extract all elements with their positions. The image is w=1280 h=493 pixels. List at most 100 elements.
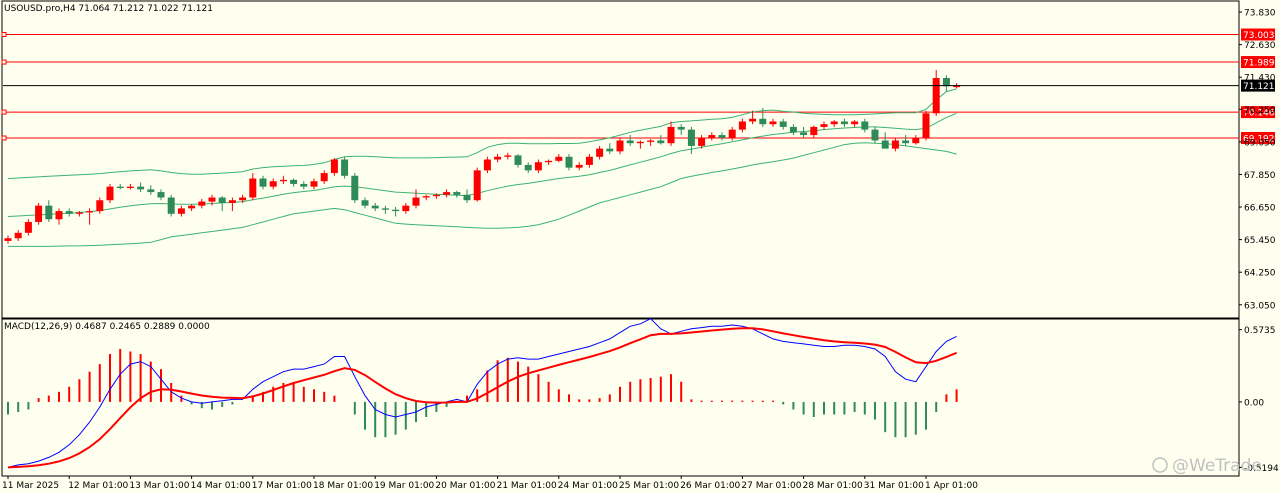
candle-body-76 xyxy=(779,121,787,127)
current-price-label: 71.121 xyxy=(1243,82,1275,92)
candle-body-38 xyxy=(392,209,400,212)
candle-body-58 xyxy=(596,148,604,157)
level-anchor-2 xyxy=(1,109,7,115)
candle-body-77 xyxy=(789,126,797,133)
price-tick-label-6: 66.650 xyxy=(1244,204,1276,214)
candle-body-41 xyxy=(422,196,430,198)
candle-body-62 xyxy=(636,141,644,144)
chart-background xyxy=(0,0,1280,493)
candle-body-87 xyxy=(891,140,899,149)
candle-body-3 xyxy=(35,205,43,222)
candle-body-37 xyxy=(381,208,389,210)
time-tick-label-9: 24 Mar 01:00 xyxy=(558,481,618,491)
candle-body-27 xyxy=(279,179,287,182)
price-tick-label-0: 73.830 xyxy=(1244,9,1276,19)
candle-body-57 xyxy=(585,156,593,165)
candle-body-56 xyxy=(575,164,583,168)
candle-body-60 xyxy=(616,140,624,152)
candle-body-24 xyxy=(249,178,257,198)
candle-body-33 xyxy=(341,159,349,176)
candle-body-78 xyxy=(800,132,808,136)
candle-body-80 xyxy=(820,124,828,127)
candle-body-48 xyxy=(494,156,502,160)
candle-body-73 xyxy=(749,118,757,122)
candle-body-2 xyxy=(24,221,32,233)
candle-body-85 xyxy=(871,129,879,141)
candle-body-89 xyxy=(912,137,920,144)
candle-body-16 xyxy=(167,197,175,214)
candle-body-47 xyxy=(483,159,491,171)
candle-body-39 xyxy=(402,205,410,212)
price-tick-label-8: 64.250 xyxy=(1244,269,1276,279)
candle-body-10 xyxy=(106,186,114,201)
candle-body-30 xyxy=(310,181,318,187)
candle-body-15 xyxy=(157,192,165,198)
candle-body-31 xyxy=(320,173,328,182)
candle-body-1 xyxy=(14,232,22,239)
candle-body-67 xyxy=(687,129,695,146)
candle-body-46 xyxy=(473,170,481,201)
candle-body-17 xyxy=(177,208,185,214)
price-chart: 73.00371.98970.14669.19273.83072.63071.4… xyxy=(0,0,1280,493)
candle-body-84 xyxy=(861,121,869,130)
time-tick-label-3: 14 Mar 01:00 xyxy=(191,481,251,491)
candle-body-5 xyxy=(55,211,63,220)
candle-body-51 xyxy=(524,164,532,171)
candle-body-4 xyxy=(45,205,53,220)
candle-body-50 xyxy=(514,155,522,165)
candle-body-68 xyxy=(698,137,706,146)
candle-body-9 xyxy=(96,200,104,212)
price-tick-label-1: 72.630 xyxy=(1244,41,1276,51)
candle-body-82 xyxy=(840,121,848,125)
time-tick-label-2: 13 Mar 01:00 xyxy=(129,481,189,491)
candle-body-92 xyxy=(942,78,950,87)
candle-body-66 xyxy=(677,126,685,130)
candle-body-74 xyxy=(759,118,767,125)
candle-body-8 xyxy=(86,211,94,213)
candle-body-14 xyxy=(147,189,155,193)
candle-body-49 xyxy=(504,155,512,157)
candle-body-6 xyxy=(65,211,73,214)
candle-body-20 xyxy=(208,197,216,202)
candle-body-75 xyxy=(769,121,777,125)
time-tick-label-15: 1 Apr 01:00 xyxy=(925,481,978,491)
candle-body-0 xyxy=(4,238,12,241)
candle-body-83 xyxy=(851,121,859,125)
candle-body-52 xyxy=(534,162,542,171)
time-tick-label-11: 26 Mar 01:00 xyxy=(680,481,740,491)
candle-body-88 xyxy=(902,140,910,144)
candle-body-26 xyxy=(269,181,277,187)
candle-body-18 xyxy=(188,205,196,209)
macd-header: MACD(12,26,9) 0.4687 0.2465 0.2889 0.000… xyxy=(4,322,210,332)
candle-body-45 xyxy=(463,194,471,201)
candle-body-22 xyxy=(228,200,236,203)
time-tick-label-10: 25 Mar 01:00 xyxy=(619,481,679,491)
candle-body-53 xyxy=(545,160,553,163)
time-tick-label-4: 17 Mar 01:00 xyxy=(252,481,312,491)
time-tick-label-8: 21 Mar 01:00 xyxy=(497,481,557,491)
candle-body-23 xyxy=(239,197,247,201)
time-tick-label-13: 28 Mar 01:00 xyxy=(803,481,863,491)
candle-body-34 xyxy=(351,175,359,201)
candle-body-44 xyxy=(453,192,461,195)
time-tick-label-1: 12 Mar 01:00 xyxy=(68,481,128,491)
symbol-header: USOUSD.pro,H4 71.064 71.212 71.022 71.12… xyxy=(4,4,213,14)
candle-body-7 xyxy=(75,212,83,214)
candle-body-79 xyxy=(810,126,818,136)
level-anchor-0 xyxy=(1,32,7,38)
candle-body-81 xyxy=(830,121,838,125)
price-tick-label-4: 69.050 xyxy=(1244,138,1276,148)
candle-body-54 xyxy=(555,156,563,161)
candle-body-86 xyxy=(881,140,889,149)
candle-body-70 xyxy=(718,135,726,138)
time-tick-label-14: 31 Mar 01:00 xyxy=(864,481,924,491)
candle-body-42 xyxy=(432,194,440,197)
candle-body-21 xyxy=(218,197,226,203)
macd-tick-label-1: 0.00 xyxy=(1244,398,1264,408)
candle-body-35 xyxy=(361,200,369,206)
time-tick-label-5: 18 Mar 01:00 xyxy=(313,481,373,491)
candle-body-61 xyxy=(626,140,634,144)
time-tick-label-12: 27 Mar 01:00 xyxy=(741,481,801,491)
candle-body-29 xyxy=(300,183,308,187)
time-tick-label-6: 19 Mar 01:00 xyxy=(374,481,434,491)
